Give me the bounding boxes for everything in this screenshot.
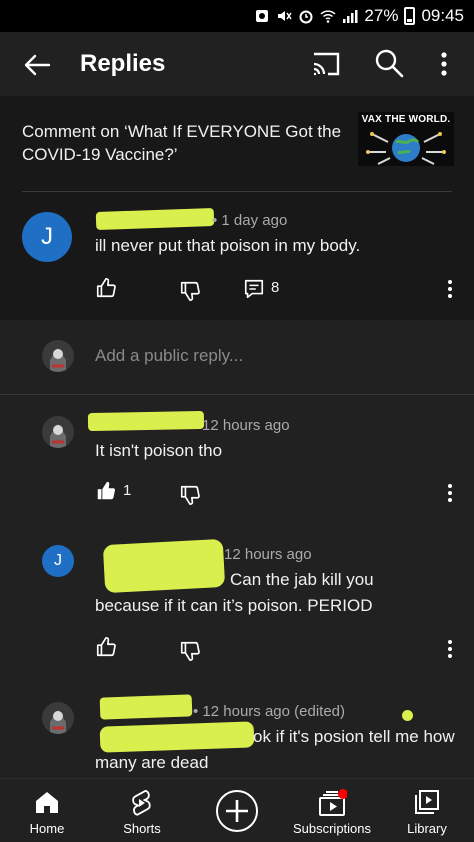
avatar [42, 340, 74, 372]
dislike-icon[interactable] [179, 640, 201, 662]
search-icon[interactable] [374, 48, 404, 78]
video-thumbnail[interactable]: VAX THE WORLD. [358, 112, 454, 166]
like-icon[interactable] [95, 277, 117, 299]
nav-subscriptions-label: Subscriptions [292, 821, 372, 836]
app-bar: Replies [0, 32, 474, 96]
reply-text: Can the jab kill you because if it can i… [95, 570, 374, 615]
bottom-nav: Home Shorts Subscriptions Library [0, 778, 474, 842]
clock: 09:45 [421, 6, 464, 25]
add-icon [216, 790, 258, 832]
nav-library-label: Library [407, 821, 447, 836]
alarm-icon [299, 10, 313, 24]
redaction-dot [402, 710, 413, 721]
video-context[interactable]: Comment on ‘What If EVERYONE Got the COV… [0, 96, 474, 192]
comment-more-icon[interactable] [445, 638, 455, 660]
avatar[interactable]: J [42, 545, 74, 577]
profile-image [42, 702, 74, 734]
like-count: 1 [123, 482, 132, 499]
shorts-icon [132, 789, 151, 816]
status-bar: 27% 09:45 [0, 0, 474, 32]
reply-text: It isn't poison tho [95, 441, 223, 460]
nav-library[interactable]: Library [396, 779, 458, 842]
more-vert-icon[interactable] [436, 50, 452, 78]
wifi-icon [320, 10, 336, 23]
nav-shorts[interactable]: Shorts [104, 779, 180, 842]
home-icon [36, 792, 58, 813]
battery-icon [404, 7, 416, 25]
comment-timestamp: • 1 day ago [212, 212, 288, 229]
signal-icon [343, 10, 358, 23]
redaction-mark [99, 694, 193, 720]
nav-home[interactable]: Home [10, 779, 84, 842]
battery-percent: 27% [364, 6, 399, 25]
profile-image [42, 416, 74, 448]
thumbnail-caption: VAX THE WORLD. [361, 114, 451, 125]
create-button[interactable] [212, 779, 262, 842]
mute-icon [278, 11, 293, 21]
comment-more-icon[interactable] [445, 278, 455, 300]
nav-shorts-label: Shorts [123, 821, 161, 836]
comment-more-icon[interactable] [445, 482, 455, 504]
comment-on-label: Comment on ‘What If EVERYONE Got the COV… [22, 122, 342, 164]
cast-icon[interactable] [312, 50, 342, 78]
dislike-icon[interactable] [179, 280, 201, 302]
divider [0, 394, 474, 395]
comment-text: ill never put that poison in my body. [95, 236, 361, 255]
notification-icon [256, 10, 269, 22]
redaction-mark [87, 410, 205, 432]
reply-timestamp: • 12 hours ago (edited) [193, 703, 346, 720]
reply-count: 8 [271, 279, 280, 296]
add-reply-input[interactable]: Add a public reply... [95, 346, 243, 366]
like-icon[interactable] [95, 480, 117, 502]
like-icon[interactable] [95, 636, 117, 658]
back-arrow-icon[interactable] [22, 50, 52, 80]
nav-subscriptions[interactable]: Subscriptions [288, 779, 376, 842]
nav-home-label: Home [29, 821, 65, 836]
profile-image [42, 340, 74, 372]
avatar[interactable] [42, 416, 74, 448]
reply-timestamp: 12 hours ago [224, 546, 312, 563]
reply-icon[interactable] [243, 278, 265, 300]
avatar[interactable] [42, 702, 74, 734]
reply-text: ok if it's posion tell me how many are d… [95, 727, 455, 772]
page-title: Replies [80, 50, 166, 77]
subscriptions-icon [319, 789, 347, 816]
dislike-icon[interactable] [179, 484, 201, 506]
avatar[interactable]: J [22, 212, 72, 262]
status-icons: 27% 09:45 [254, 6, 464, 26]
reply-timestamp: 12 hours ago [202, 417, 290, 434]
library-icon [415, 790, 439, 814]
